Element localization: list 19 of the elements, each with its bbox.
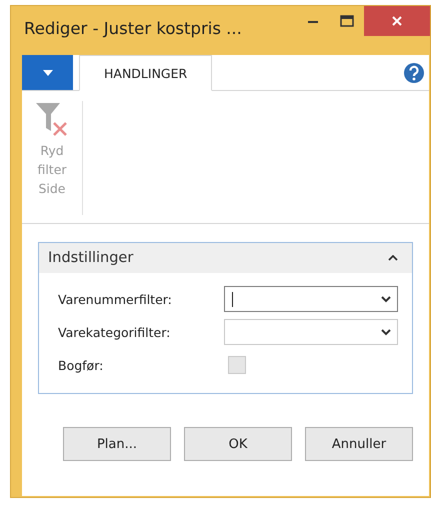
ribbon-group-label: Side (38, 181, 66, 196)
chevron-down-icon (381, 328, 391, 336)
dialog-button[interactable]: Annuller (305, 427, 413, 461)
dropdown-field[interactable] (224, 286, 398, 312)
help-icon[interactable] (403, 62, 425, 84)
maximize-icon (340, 15, 354, 27)
close-icon (391, 15, 403, 27)
caret-icon (42, 70, 52, 76)
dialog-button[interactable]: Plan... (63, 427, 171, 461)
field-label: Bogfør: (58, 358, 104, 372)
dialog-button[interactable]: OK (184, 427, 292, 461)
field-label: Varenummerfilter: (58, 292, 173, 306)
app-menu-button[interactable] (22, 55, 73, 90)
window-title: Rediger - Juster kostpris ... (23, 18, 243, 38)
ribbon-tab[interactable]: HANDLINGER (79, 55, 212, 91)
field-label: Varekategorifilter: (58, 324, 172, 340)
section-header[interactable]: Indstillinger (39, 243, 412, 273)
dropdown-field[interactable] (224, 319, 398, 345)
chevron-down-icon (381, 296, 391, 302)
